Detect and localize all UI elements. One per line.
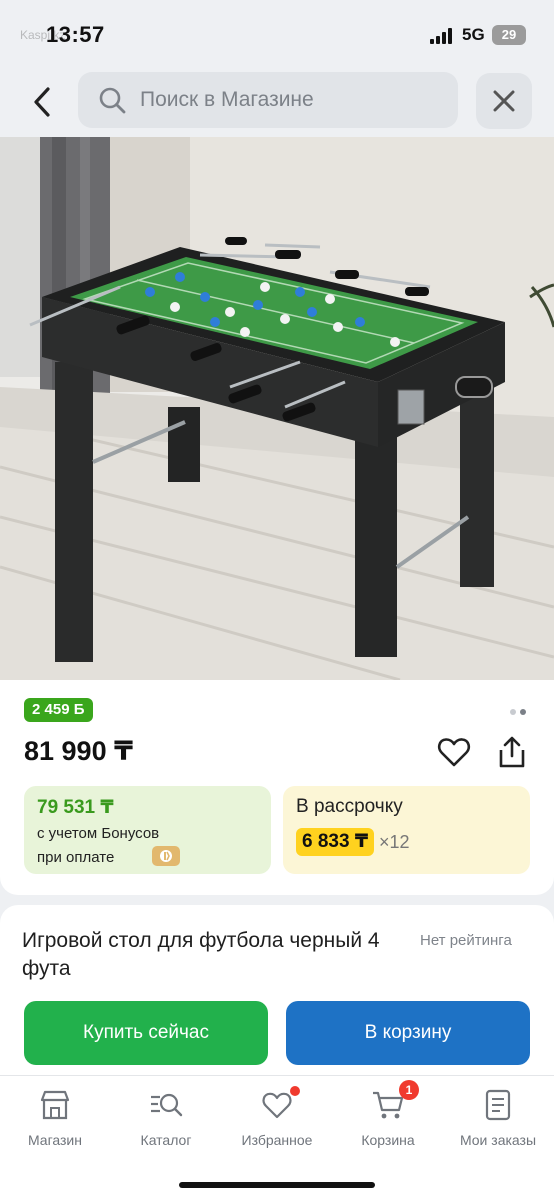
bonus-price-box[interactable]: 79 531 ₸ с учетом Бонусов при оплате <box>24 786 271 874</box>
product-name: Игровой стол для футбола черный 4 фута <box>22 929 380 980</box>
signal-icon <box>430 28 454 44</box>
pager-dot <box>510 709 516 715</box>
bonus-price-amount: 79 531 ₸ <box>37 797 114 818</box>
search-icon <box>99 87 126 114</box>
nav-item-favorites[interactable]: Избранное <box>222 1086 332 1148</box>
nav-label: Избранное <box>241 1132 313 1148</box>
nav-label: Магазин <box>27 1132 82 1148</box>
close-button[interactable] <box>476 73 532 129</box>
foosball-table-image <box>0 137 554 680</box>
nav-item-cart[interactable]: 1 Корзина <box>333 1080 443 1148</box>
battery-icon: 29 <box>492 25 526 45</box>
share-button[interactable] <box>494 734 530 770</box>
installment-monthly: 6 833 ₸ <box>296 828 375 856</box>
store-icon <box>40 1090 70 1120</box>
orders-icon <box>485 1089 511 1121</box>
heart-icon <box>262 1092 292 1119</box>
search-input[interactable] <box>140 82 440 118</box>
nav-label: Каталог <box>140 1132 192 1148</box>
price-card: 2 459 Б 81 990 ₸ 79 531 ₸ с учетом Бонус… <box>0 680 554 895</box>
nav-item-store[interactable]: Магазин <box>0 1088 110 1148</box>
chevron-left-icon <box>34 87 50 117</box>
favorite-button[interactable] <box>436 734 472 770</box>
status-time: 13:57 <box>46 22 105 47</box>
nav-item-catalog[interactable]: Каталог <box>111 1088 221 1148</box>
kaspi-pay-icon <box>152 846 180 866</box>
nav-item-orders[interactable]: Мои заказы <box>443 1088 553 1148</box>
product-info-card: Игровой стол для футбола черный 4 фута Н… <box>0 905 554 1075</box>
product-price: 81 990 ₸ <box>24 736 133 766</box>
bonus-price-line1: с учетом Бонусов <box>37 825 160 842</box>
nav-label: Корзина <box>361 1132 415 1148</box>
bonus-price-line2: при оплате <box>37 849 115 866</box>
search-header <box>0 70 554 136</box>
notification-dot <box>290 1086 300 1096</box>
pager-dot-active <box>520 709 526 715</box>
installment-box[interactable]: В рассрочку 6 833 ₸ ×12 <box>283 786 530 874</box>
close-icon <box>493 90 515 112</box>
share-icon <box>499 736 525 768</box>
catalog-search-icon <box>151 1093 183 1117</box>
status-bar: Kaspi.kz 13:57 5G 29 <box>0 0 554 70</box>
back-button[interactable] <box>22 82 62 122</box>
image-pager-dots <box>506 702 526 720</box>
nav-label: Мои заказы <box>459 1132 537 1148</box>
search-box[interactable] <box>78 72 458 128</box>
heart-icon <box>437 738 471 767</box>
installment-title: В рассрочку <box>296 796 403 817</box>
cart-count-badge: 1 <box>399 1080 419 1100</box>
network-label: 5G <box>462 25 485 44</box>
buy-now-button[interactable]: Купить сейчас <box>24 1001 268 1065</box>
add-to-cart-button[interactable]: В корзину <box>286 1001 530 1065</box>
home-indicator[interactable] <box>179 1182 375 1188</box>
product-rating[interactable]: Нет рейтинга <box>420 932 512 949</box>
bonus-points-badge: 2 459 Б <box>24 698 93 722</box>
product-image[interactable] <box>0 137 554 680</box>
installment-multiplier: ×12 <box>379 832 410 852</box>
